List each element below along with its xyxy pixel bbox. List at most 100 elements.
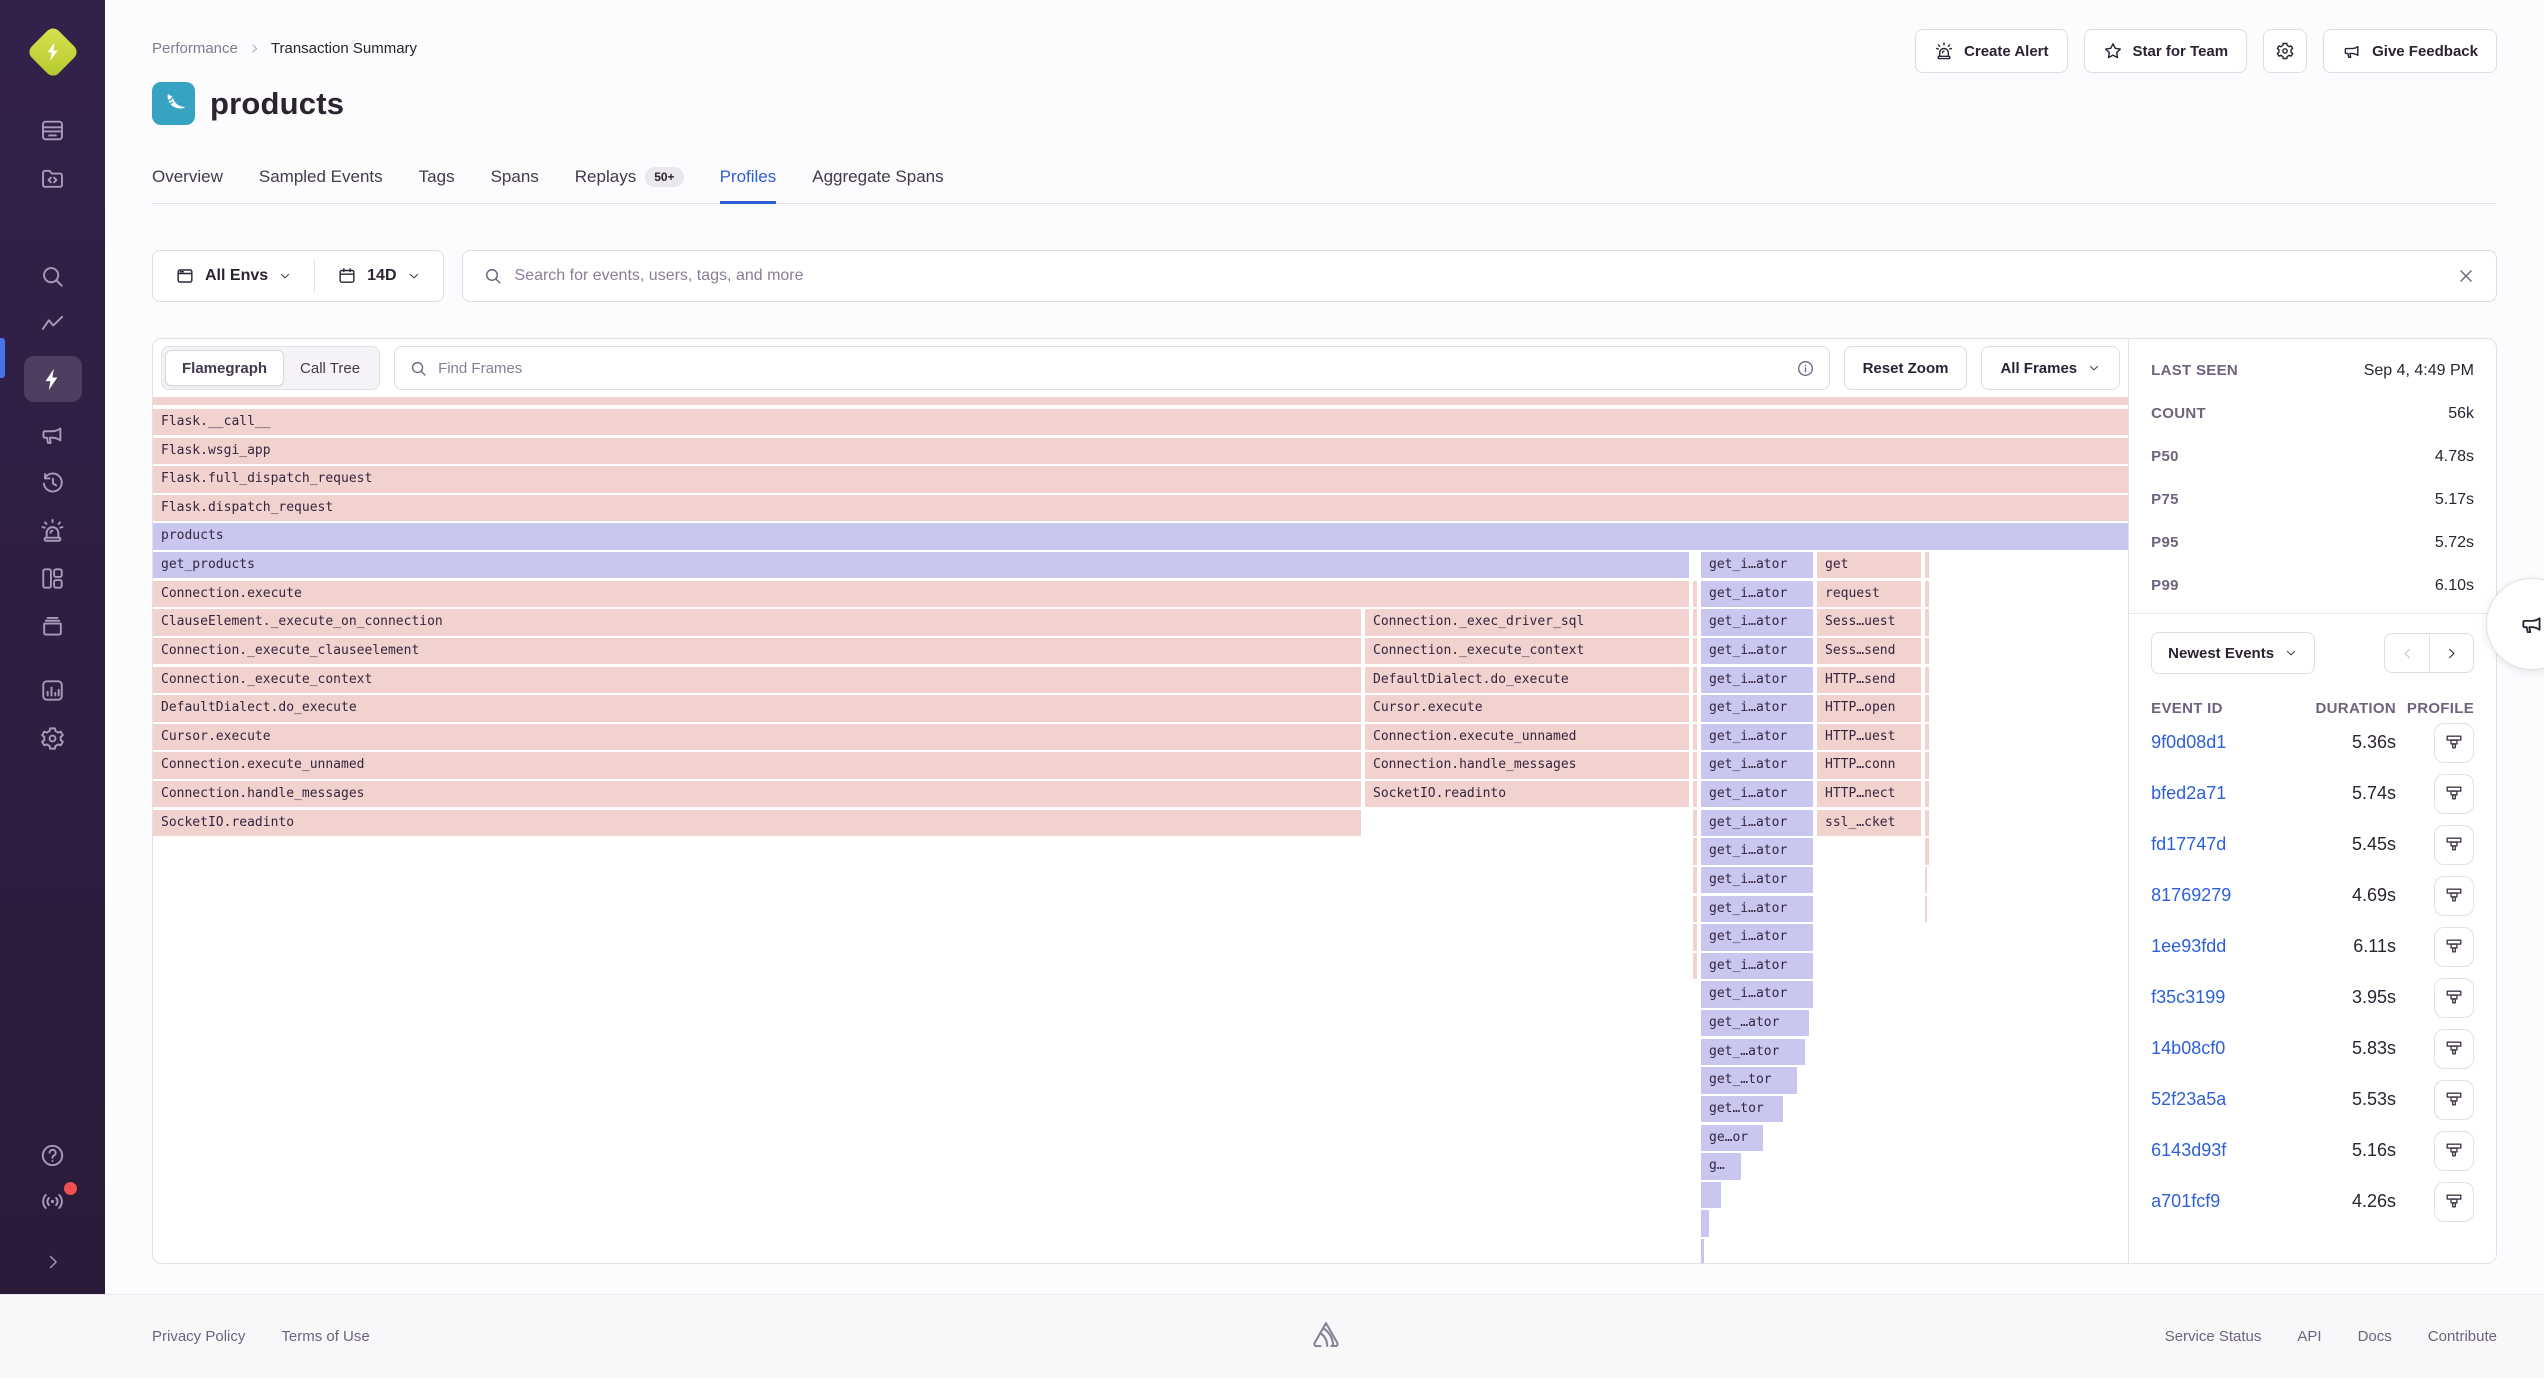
flamegraph-frame[interactable]: DefaultDialect.do_execute — [1365, 667, 1689, 693]
flamegraph-frame[interactable]: Flask.full_dispatch_request — [153, 466, 2128, 492]
tab-replays[interactable]: Replays50+ — [575, 167, 684, 204]
flamegraph-frame[interactable]: get_i…ator — [1701, 867, 1813, 893]
sidebar-item-issues[interactable] — [0, 106, 105, 154]
flamegraph-frame[interactable]: ClauseElement._execute_on_connection — [153, 609, 1361, 635]
flamegraph-frame-sliver[interactable] — [1693, 581, 1697, 607]
flamegraph-frame[interactable]: SocketIO.readinto — [153, 810, 1361, 836]
flamegraph-frame-sliver[interactable] — [1925, 810, 1929, 836]
flamegraph-frame[interactable]: get_i…ator — [1701, 552, 1813, 578]
frame-filter-dropdown[interactable]: All Frames — [1981, 346, 2120, 390]
footer-link-contribute[interactable]: Contribute — [2428, 1328, 2497, 1345]
event-id-link[interactable]: 81769279 — [2151, 885, 2288, 906]
flamegraph-frame-sliver[interactable] — [1693, 667, 1697, 693]
flamegraph-frame[interactable]: get_i…ator — [1701, 609, 1813, 635]
open-profile-button[interactable] — [2434, 876, 2474, 916]
find-frames-input[interactable] — [438, 360, 1786, 377]
tab-overview[interactable]: Overview — [152, 167, 223, 204]
event-id-link[interactable]: 9f0d08d1 — [2151, 732, 2288, 753]
sidebar-item-projects[interactable] — [0, 154, 105, 202]
flamegraph-frame-sliver[interactable] — [1925, 552, 1929, 578]
sidebar-item-dashboards[interactable] — [0, 554, 105, 602]
flamegraph-frame-sliver[interactable] — [1925, 638, 1929, 664]
search-input[interactable] — [515, 267, 2445, 285]
sidebar-item-feedback[interactable] — [0, 410, 105, 458]
tab-flamegraph[interactable]: Flamegraph — [165, 350, 284, 386]
open-profile-button[interactable] — [2434, 825, 2474, 865]
open-profile-button[interactable] — [2434, 723, 2474, 763]
footer-link-privacy-policy[interactable]: Privacy Policy — [152, 1328, 245, 1345]
footer-link-terms-of-use[interactable]: Terms of Use — [281, 1328, 369, 1345]
flamegraph-frame[interactable]: get_i…ator — [1701, 752, 1813, 778]
date-range-filter[interactable]: 14D — [315, 251, 442, 301]
flamegraph-frame[interactable]: HTTP…send — [1817, 667, 1921, 693]
flamegraph-frame-sliver[interactable] — [1925, 581, 1929, 607]
flamegraph-frame[interactable]: HTTP…uest — [1817, 724, 1921, 750]
event-id-link[interactable]: a701fcf9 — [2151, 1191, 2288, 1212]
sidebar-expand-button[interactable] — [0, 1242, 105, 1282]
sidebar-item-releases[interactable] — [0, 602, 105, 650]
flamegraph-frame-sliver[interactable] — [1693, 924, 1697, 950]
tab-profiles[interactable]: Profiles — [720, 167, 777, 204]
event-id-link[interactable]: 6143d93f — [2151, 1140, 2288, 1161]
flamegraph-frame-sliver[interactable] — [1925, 752, 1929, 778]
breadcrumb-performance[interactable]: Performance — [152, 40, 238, 57]
flamegraph-frame-sliver[interactable] — [1701, 1210, 1709, 1236]
reset-zoom-button[interactable]: Reset Zoom — [1844, 346, 1968, 390]
sidebar-item-search[interactable] — [0, 252, 105, 300]
create-alert-button[interactable]: Create Alert — [1915, 29, 2067, 73]
flamegraph-frame-sliver[interactable] — [1693, 752, 1697, 778]
events-sort-dropdown[interactable]: Newest Events — [2151, 632, 2315, 674]
star-for-team-button[interactable]: Star for Team — [2084, 29, 2248, 73]
flamegraph-frame-sliver[interactable] — [1693, 953, 1697, 979]
flamegraph-frame[interactable]: Connection._exec_driver_sql — [1365, 609, 1689, 635]
flamegraph-frame-sliver[interactable] — [1925, 838, 1929, 864]
sidebar-item-profiling[interactable] — [0, 348, 105, 410]
open-profile-button[interactable] — [2434, 1131, 2474, 1171]
flamegraph-frame[interactable]: g… — [1701, 1153, 1741, 1179]
flamegraph-frame[interactable]: get_i…ator — [1701, 924, 1813, 950]
flamegraph-frame[interactable]: get_i…ator — [1701, 667, 1813, 693]
flamegraph-frame-sliver[interactable] — [1925, 896, 1927, 922]
flamegraph-frame-sliver[interactable] — [153, 397, 2128, 405]
open-profile-button[interactable] — [2434, 1182, 2474, 1222]
flamegraph-frame[interactable]: get…tor — [1701, 1096, 1783, 1122]
tab-tags[interactable]: Tags — [419, 167, 455, 204]
flamegraph-frame[interactable]: Connection.execute — [153, 581, 1689, 607]
flamegraph-frame[interactable]: Cursor.execute — [153, 724, 1361, 750]
flamegraph-frame-sliver[interactable] — [1693, 867, 1697, 893]
flamegraph-frame[interactable]: SocketIO.readinto — [1365, 781, 1689, 807]
flamegraph-frame[interactable]: get — [1817, 552, 1921, 578]
flamegraph-frame[interactable]: get_i…ator — [1701, 896, 1813, 922]
event-id-link[interactable]: 52f23a5a — [2151, 1089, 2288, 1110]
sidebar-item-performance[interactable] — [0, 300, 105, 348]
flamegraph-frame[interactable]: get_i…ator — [1701, 981, 1813, 1007]
info-icon[interactable] — [1796, 359, 1815, 378]
open-profile-button[interactable] — [2434, 1029, 2474, 1069]
flamegraph-frame[interactable]: HTTP…nect — [1817, 781, 1921, 807]
flamegraph-frame[interactable]: get_i…ator — [1701, 638, 1813, 664]
sidebar-item-stats[interactable] — [0, 666, 105, 714]
flamegraph-frame-sliver[interactable] — [1925, 667, 1929, 693]
flamegraph-frame-sliver[interactable] — [1693, 638, 1697, 664]
flamegraph-frame[interactable]: Connection.execute_unnamed — [153, 752, 1361, 778]
flamegraph-frame[interactable]: HTTP…open — [1817, 695, 1921, 721]
footer-link-docs[interactable]: Docs — [2358, 1328, 2392, 1345]
flamegraph-frame[interactable]: get_i…ator — [1701, 695, 1813, 721]
open-profile-button[interactable] — [2434, 1080, 2474, 1120]
footer-link-api[interactable]: API — [2297, 1328, 2321, 1345]
tab-spans[interactable]: Spans — [491, 167, 539, 204]
tab-aggregate-spans[interactable]: Aggregate Spans — [812, 167, 943, 204]
previous-page-button[interactable] — [2385, 634, 2429, 672]
flamegraph-frame[interactable]: get_…ator — [1701, 1039, 1805, 1065]
flamegraph-frame[interactable]: Connection._execute_context — [1365, 638, 1689, 664]
footer-link-service-status[interactable]: Service Status — [2165, 1328, 2262, 1345]
flamegraph-frame-sliver[interactable] — [1925, 724, 1929, 750]
event-id-link[interactable]: 1ee93fdd — [2151, 936, 2288, 957]
environment-filter[interactable]: All Envs — [153, 251, 314, 301]
flamegraph-frame-sliver[interactable] — [1693, 810, 1697, 836]
flamegraph-frame-sliver[interactable] — [1693, 838, 1697, 864]
flamegraph-frame-sliver[interactable] — [1701, 1182, 1721, 1208]
flamegraph-frame[interactable]: Flask.wsgi_app — [153, 438, 2128, 464]
flamegraph-frame[interactable]: HTTP…conn — [1817, 752, 1921, 778]
flamegraph-frame-sliver[interactable] — [1925, 609, 1929, 635]
